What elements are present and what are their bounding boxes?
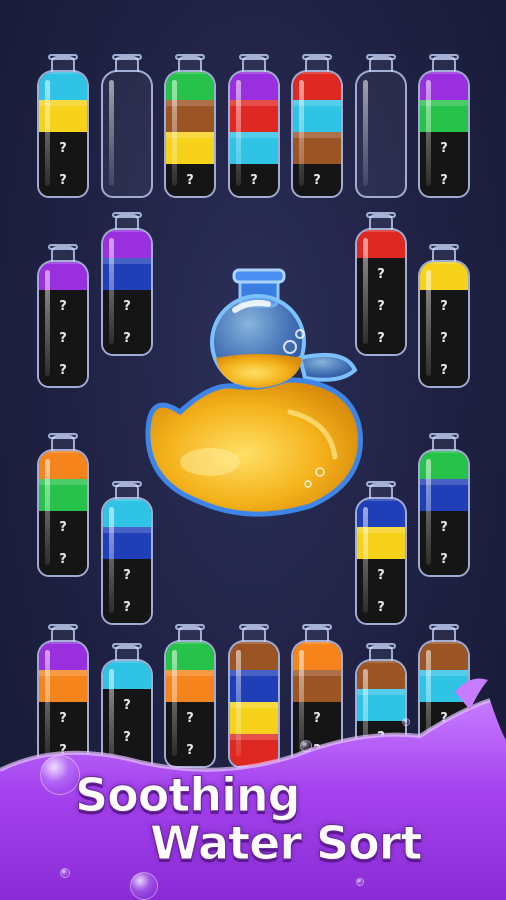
bottle-body: ??	[37, 449, 89, 577]
bottle-body	[355, 70, 407, 198]
liquid-layer-yellow	[420, 262, 468, 290]
hidden-layer: ?	[103, 591, 151, 623]
bubble-decoration	[402, 718, 410, 726]
liquid-layer-purple	[39, 262, 87, 290]
bottle-body: ?	[228, 70, 280, 198]
liquid-layer-green	[166, 72, 214, 100]
hidden-layer: ?	[357, 591, 405, 623]
liquid-layer-red	[293, 72, 341, 100]
liquid-layer-purple	[103, 230, 151, 258]
hidden-layer: ?	[420, 354, 468, 386]
liquid-layer-brown	[293, 132, 341, 164]
hidden-layer: ?	[293, 164, 341, 196]
hidden-layer: ?	[420, 543, 468, 575]
liquid-layer-purple	[39, 642, 87, 670]
hidden-layer: ?	[39, 164, 87, 196]
bottle-body: ???	[37, 260, 89, 388]
bottle-body: ??	[418, 449, 470, 577]
bottle-body: ??	[418, 70, 470, 198]
liquid-layer-green	[39, 479, 87, 511]
hidden-layer: ?	[39, 290, 87, 322]
title-line-1: Soothing	[75, 768, 302, 823]
liquid-layer-orange	[39, 451, 87, 479]
hidden-layer: ?	[420, 290, 468, 322]
liquid-layer-orange	[293, 642, 341, 670]
liquid-layer-brown	[166, 100, 214, 132]
liquid-layer-red	[230, 100, 278, 132]
duck-flask-illustration	[145, 268, 363, 517]
title-line-2: Water Sort	[149, 816, 422, 871]
liquid-layer-brown	[230, 642, 278, 670]
hidden-layer: ?	[420, 511, 468, 543]
hidden-layer: ?	[39, 511, 87, 543]
hidden-layer: ?	[166, 164, 214, 196]
liquid-layer-green	[166, 642, 214, 670]
liquid-layer-cyan	[293, 100, 341, 132]
liquid-layer-yellow	[166, 132, 214, 164]
bottle-body: ???	[418, 260, 470, 388]
liquid-layer-blue	[420, 479, 468, 511]
liquid-layer-cyan	[230, 132, 278, 164]
hidden-layer: ?	[420, 164, 468, 196]
bubble-decoration	[60, 868, 70, 878]
liquid-layer-green	[420, 451, 468, 479]
hidden-layer: ?	[39, 354, 87, 386]
hidden-layer: ?	[39, 543, 87, 575]
liquid-layer-brown	[420, 642, 468, 670]
bottle-body	[101, 70, 153, 198]
liquid-layer-purple	[230, 72, 278, 100]
hidden-layer: ?	[39, 322, 87, 354]
hidden-layer: ?	[420, 322, 468, 354]
bubble-decoration	[300, 740, 312, 752]
bubble-decoration	[356, 878, 364, 886]
hidden-layer: ?	[420, 132, 468, 164]
liquid-layer-cyan	[39, 72, 87, 100]
hidden-layer: ?	[357, 559, 405, 591]
hidden-layer: ?	[103, 559, 151, 591]
hidden-layer: ?	[230, 164, 278, 196]
liquid-layer-purple	[420, 72, 468, 100]
hidden-layer: ?	[39, 132, 87, 164]
bubble-decoration	[40, 755, 80, 795]
bottle-body: ??	[37, 70, 89, 198]
liquid-layer-green	[420, 100, 468, 132]
bubble-decoration	[130, 872, 158, 900]
bottle-body: ?	[164, 70, 216, 198]
liquid-layer-red	[357, 230, 405, 258]
bottle-body: ?	[291, 70, 343, 198]
liquid-layer-yellow	[39, 100, 87, 132]
